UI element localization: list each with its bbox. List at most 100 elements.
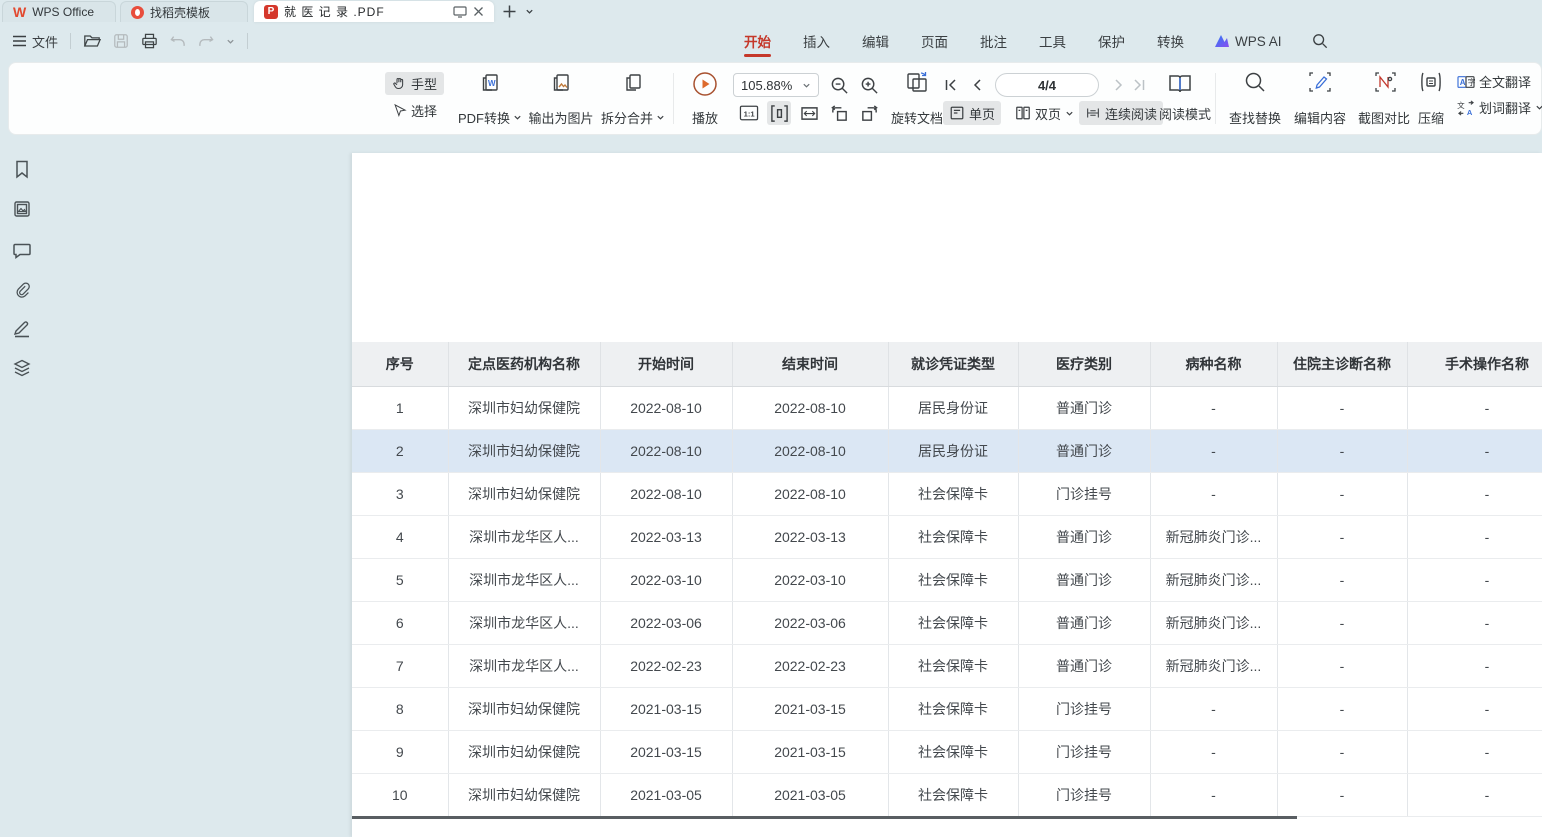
bookmark-icon[interactable] [12,159,32,179]
file-menu-button[interactable]: 文件 [12,32,58,51]
first-page-button[interactable] [939,73,963,97]
select-tool-button[interactable]: 选择 [385,99,444,122]
split-merge-icon [621,71,645,95]
screenshot-compare-icon [1372,71,1396,93]
undo-icon [170,34,186,48]
full-text-translate-button[interactable]: A字 全文翻译 [1457,72,1542,91]
export-image-button[interactable]: 输出为图片 [527,71,595,127]
save-button[interactable] [113,33,129,49]
table-cell: 2022-03-10 [600,558,732,601]
thumbnail-icon[interactable] [12,199,32,219]
fit-page-button[interactable] [797,101,821,125]
menu-convert[interactable]: 转换 [1141,22,1200,60]
pdf-page[interactable]: 序号 定点医药机构名称 开始时间 结束时间 就诊凭证类型 医疗类别 病种名称 住… [352,153,1542,837]
table-cell: 7 [352,644,448,687]
table-cell: 门诊挂号 [1018,472,1150,515]
undo-button[interactable] [170,34,186,48]
table-cell: 2021-03-15 [600,687,732,730]
table-cell: 2022-03-13 [600,515,732,558]
svg-text:A: A [1460,78,1466,87]
medical-records-table: 序号 定点医药机构名称 开始时间 结束时间 就诊凭证类型 医疗类别 病种名称 住… [352,342,1542,817]
menu-home[interactable]: 开始 [728,22,787,60]
table-cell: 普通门诊 [1018,429,1150,472]
table-cell: 2022-02-23 [732,644,888,687]
read-mode-label-button[interactable]: 阅读模式 [1153,101,1217,125]
pdf-convert-button[interactable]: W PDF转换 [457,71,523,127]
tab-list-chevron-icon[interactable] [525,7,534,16]
menu-page[interactable]: 页面 [905,22,964,60]
docer-icon [131,6,144,19]
chevron-down-icon [513,113,522,122]
layers-icon[interactable] [12,358,32,378]
menu-protect[interactable]: 保护 [1082,22,1141,60]
print-button[interactable] [141,33,158,49]
table-cell: 普通门诊 [1018,515,1150,558]
menu-comment[interactable]: 批注 [964,22,1023,60]
menu-search-button[interactable] [1296,22,1344,60]
find-replace-button[interactable]: 查找替换 [1225,71,1285,127]
ribbon-toolbar: 手型 选择 W PDF转换 输出为图片 拆分合并 播放 105.88% 1:1 [8,62,1542,135]
table-cell: 社会保障卡 [888,773,1018,816]
table-row: 5 深圳市龙华区人... 2022-03-10 2022-03-10 社会保障卡… [352,558,1542,601]
save-icon [113,33,129,49]
new-tab-icon[interactable] [502,4,517,19]
continuous-read-label: 连续阅读 [1105,104,1157,123]
actual-size-button[interactable]: 1:1 [737,101,761,125]
close-tab-icon[interactable] [473,6,484,17]
single-page-button[interactable]: 单页 [943,101,1001,125]
word-translate-button[interactable]: 文A 划词翻译 [1457,98,1542,117]
page-number-input[interactable]: 4/4 [995,73,1099,97]
play-button[interactable]: 播放 [687,71,723,127]
zoom-out-button[interactable] [827,73,851,97]
fit-width-button[interactable] [767,101,791,125]
svg-text:字: 字 [1468,77,1475,87]
word-translate-icon: 文A [1457,100,1475,116]
table-cell: 新冠肺炎门诊... [1150,558,1277,601]
split-merge-button[interactable]: 拆分合并 [601,71,665,127]
zoom-out-icon [830,76,849,95]
table-cell: 门诊挂号 [1018,730,1150,773]
rotate-document-button[interactable]: 旋转文档 [889,71,945,127]
menu-tools[interactable]: 工具 [1023,22,1082,60]
tab-docer-templates[interactable]: 找稻壳模板 [120,1,248,22]
open-file-button[interactable] [83,33,101,49]
compress-button[interactable]: 压缩 [1413,71,1449,127]
continuous-read-button[interactable]: 连续阅读 [1079,101,1163,125]
hand-tool-button[interactable]: 手型 [385,72,444,95]
edit-content-button[interactable]: 编辑内容 [1291,71,1349,127]
tab-medical-record-pdf[interactable]: P 就 医 记 录 .PDF [254,1,494,22]
zoom-in-button[interactable] [857,73,881,97]
menu-wps-ai[interactable]: WPS AI [1200,22,1296,60]
rotate-left-button[interactable] [827,101,851,125]
monitor-icon[interactable] [453,6,467,18]
table-cell: 深圳市龙华区人... [448,515,600,558]
screenshot-compare-label: 截图对比 [1358,108,1410,127]
last-page-button[interactable] [1127,73,1151,97]
read-mode-button[interactable] [1165,71,1195,97]
zoom-level-select[interactable]: 105.88% [733,73,819,97]
col-header-start-time: 开始时间 [600,342,732,386]
menu-edit[interactable]: 编辑 [846,22,905,60]
annotate-pen-icon[interactable] [12,318,32,338]
export-image-icon [549,71,573,95]
attachment-icon[interactable] [12,279,32,299]
table-cell: 居民身份证 [888,429,1018,472]
undo-history-dropdown[interactable] [226,37,235,46]
wps-ai-label: WPS AI [1235,34,1282,49]
read-mode-label: 阅读模式 [1159,104,1211,123]
rotate-right-button[interactable] [857,101,881,125]
table-cell: - [1277,644,1407,687]
menu-insert[interactable]: 插入 [787,22,846,60]
table-cell: 深圳市龙华区人... [448,601,600,644]
continuous-read-icon [1085,105,1101,121]
fit-width-icon [770,104,789,123]
prev-page-button[interactable] [965,73,989,97]
comment-icon[interactable] [12,240,32,260]
table-cell: - [1407,472,1542,515]
double-page-button[interactable]: 双页 [1009,101,1080,125]
tab-wps-office[interactable]: W WPS Office [2,1,116,22]
table-cell: 2022-08-10 [600,386,732,429]
redo-button[interactable] [198,34,214,48]
screenshot-compare-button[interactable]: 截图对比 [1355,71,1413,127]
page-indicator: 4/4 [1038,78,1056,93]
